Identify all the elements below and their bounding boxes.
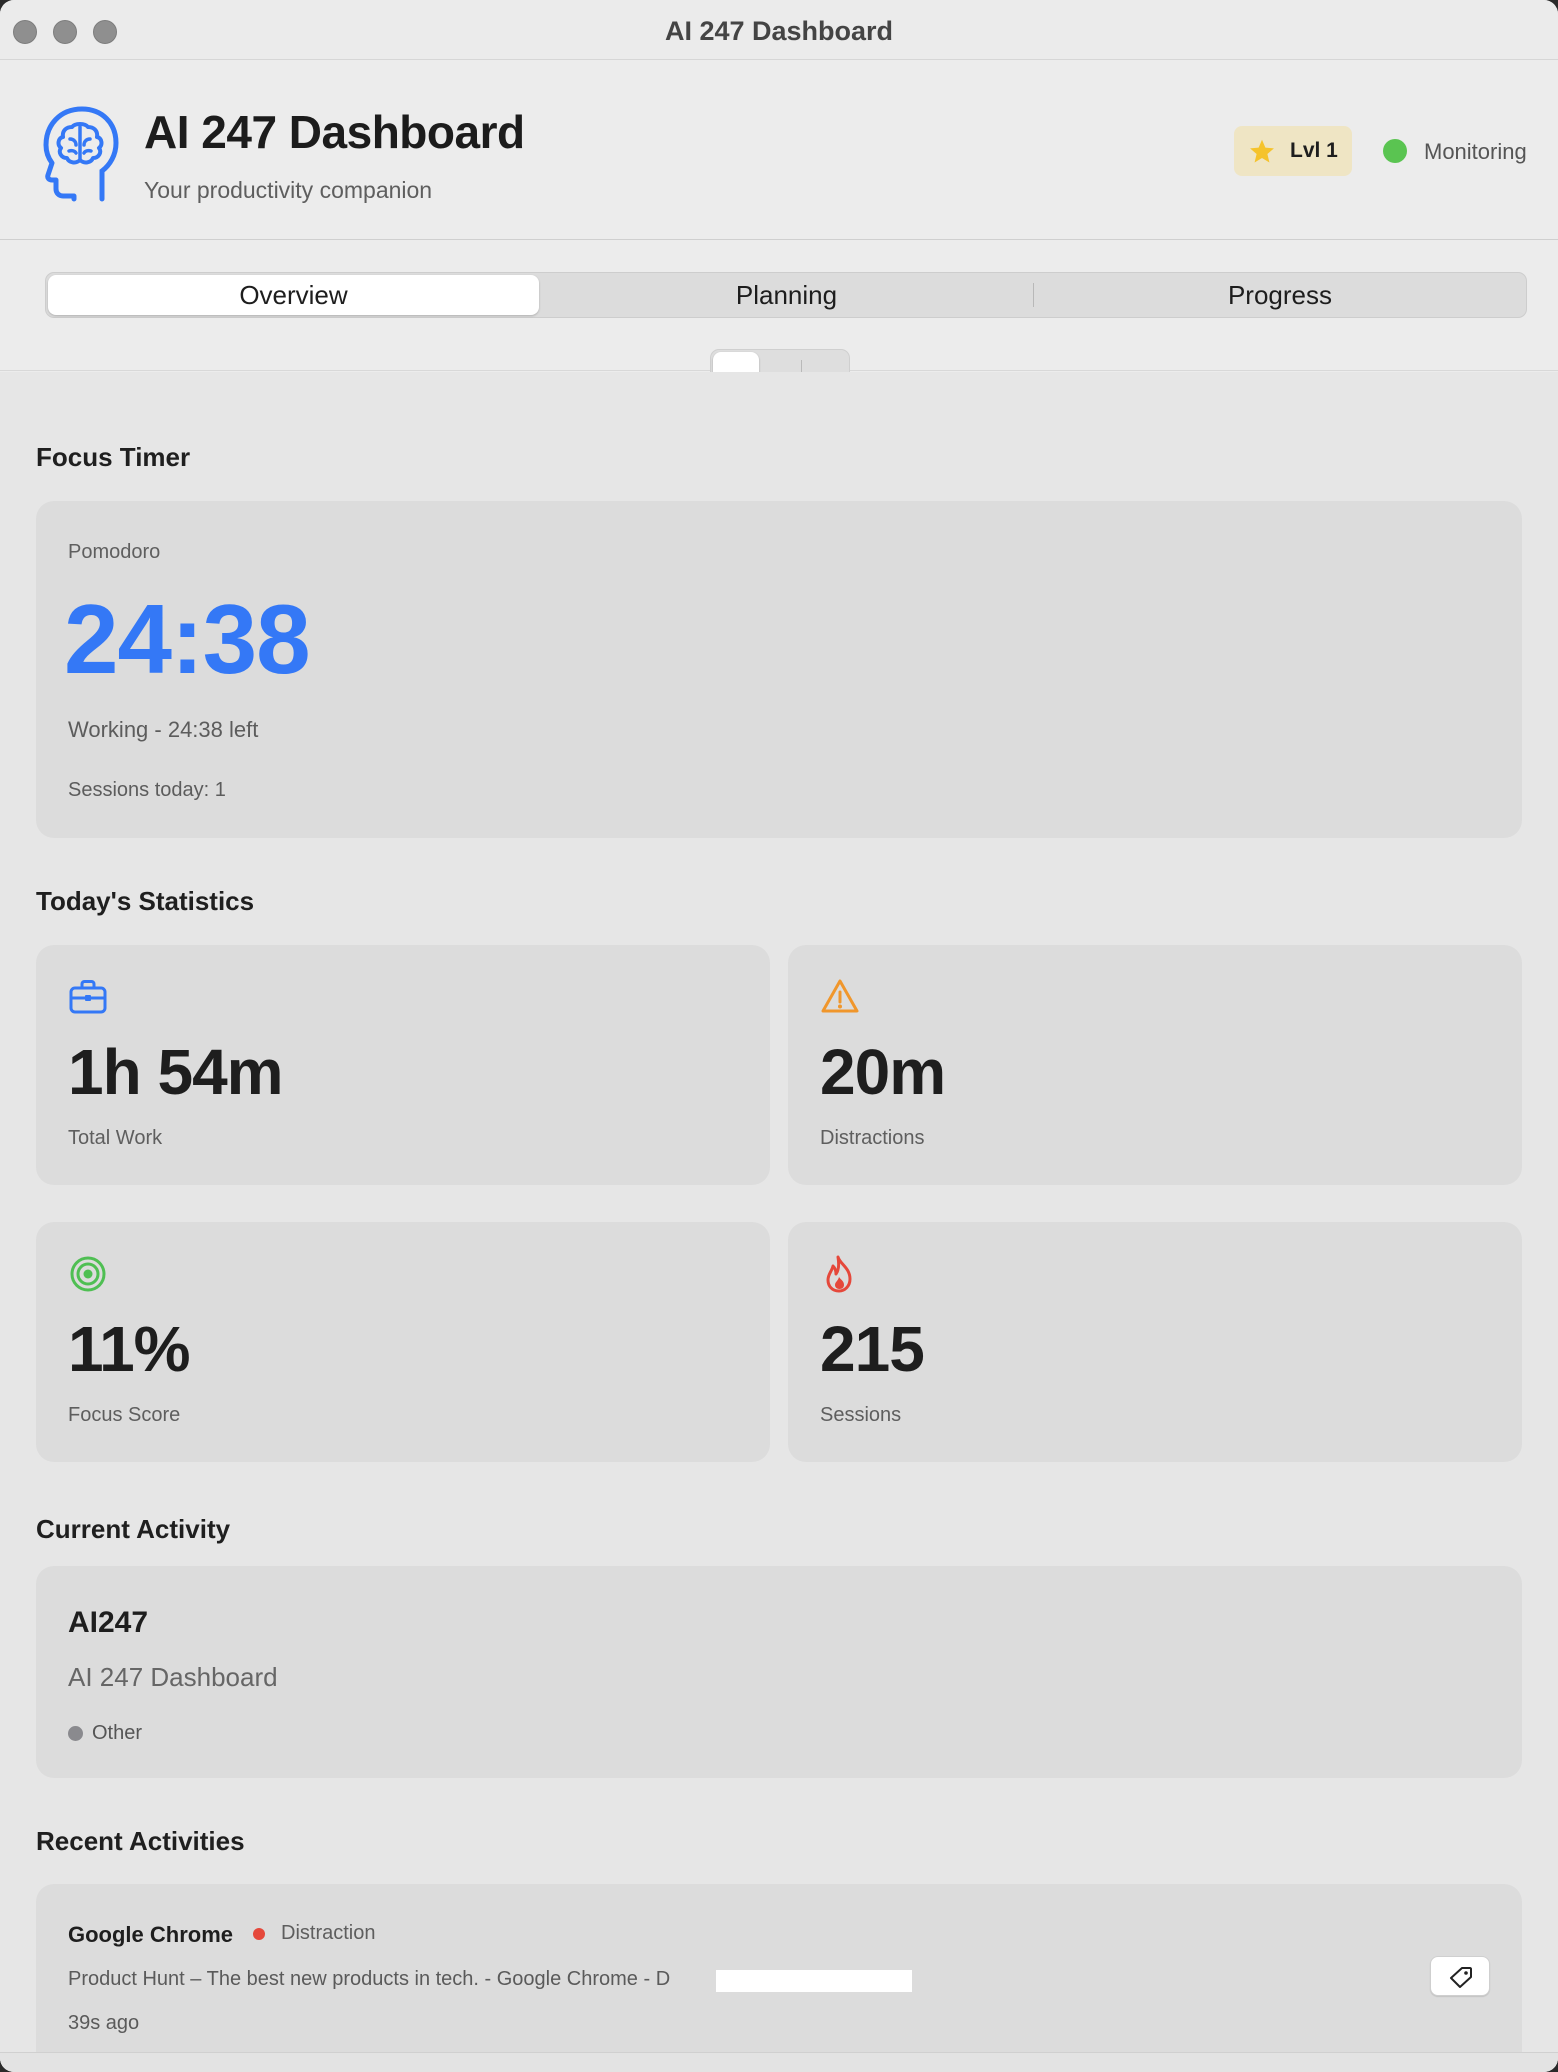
sessions-today: Sessions today: 1 (68, 779, 226, 801)
tab-bar-area: Overview Planning Progress (0, 241, 1558, 391)
stat-label: Sessions (820, 1404, 902, 1426)
star-icon (1250, 139, 1274, 163)
app-window: AI 247 Dashboard AI 247 Dashboard Your p… (0, 0, 1558, 2072)
brain-head-icon (43, 106, 119, 202)
title-bar: AI 247 Dashboard (0, 0, 1558, 60)
timer-mode: Pomodoro (68, 541, 161, 563)
activity-window-title: AI 247 Dashboard (68, 1662, 278, 1692)
level-label: Lvl 1 (1290, 139, 1338, 162)
segmented-tabs: Overview Planning Progress (45, 272, 1527, 318)
target-icon (70, 1256, 106, 1292)
current-activity-heading: Current Activity (36, 1514, 231, 1544)
stat-label: Total Work (68, 1127, 163, 1149)
recent-timestamp: 39s ago (68, 2012, 140, 2034)
stat-value: 11% (68, 1313, 191, 1385)
tab-planning[interactable]: Planning (540, 275, 1033, 315)
statistics-heading: Today's Statistics (36, 886, 255, 916)
focus-timer-card: Pomodoro 24:38 Working - 24:38 left Sess… (36, 501, 1522, 838)
recent-category: Distraction (281, 1922, 376, 1944)
recent-window-title: Product Hunt – The best new products in … (68, 1968, 671, 1990)
tab-progress[interactable]: Progress (1034, 275, 1526, 315)
app-header: AI 247 Dashboard Your productivity compa… (0, 61, 1558, 240)
list-item: Google Chrome Distraction Product Hunt –… (36, 1884, 1522, 2072)
focus-timer-heading: Focus Timer (36, 442, 191, 472)
stat-card-distractions: 20m Distractions (788, 945, 1522, 1185)
timer-status: Working - 24:38 left (68, 717, 259, 742)
status-indicator-dot (1383, 139, 1407, 163)
window-title: AI 247 Dashboard (664, 16, 894, 46)
app-title: AI 247 Dashboard (144, 106, 525, 158)
redaction-block (716, 1970, 912, 1992)
current-activity-card: AI247 AI 247 Dashboard Other (36, 1566, 1522, 1778)
stat-value: 20m (820, 1036, 946, 1108)
level-badge[interactable]: Lvl 1 (1234, 126, 1352, 176)
activity-app-name: AI247 (68, 1606, 149, 1639)
recent-app-name: Google Chrome (68, 1922, 234, 1947)
timer-countdown: 24:38 (64, 584, 311, 694)
stat-card-sessions: 215 Sessions (788, 1222, 1522, 1462)
monitoring-status: Monitoring (1424, 139, 1527, 164)
app-subtitle: Your productivity companion (144, 177, 433, 203)
main-content[interactable]: Focus Timer Pomodoro 24:38 Working - 24:… (0, 372, 1558, 2072)
warning-icon (821, 979, 859, 1013)
distraction-dot (253, 1928, 265, 1940)
tag-icon (1450, 1967, 1472, 1988)
tab-overview[interactable]: Overview (48, 275, 539, 315)
stat-value: 215 (820, 1313, 925, 1385)
recent-activities-heading: Recent Activities (36, 1826, 245, 1856)
window-bottom-edge (0, 2052, 1558, 2072)
briefcase-icon (69, 980, 107, 1014)
stat-card-focus-score: 11% Focus Score (36, 1222, 770, 1462)
stat-label: Distractions (820, 1127, 925, 1149)
category-dot (68, 1726, 83, 1741)
stat-value: 1h 54m (68, 1036, 284, 1108)
tag-activity-button[interactable] (1430, 1956, 1490, 1996)
flame-icon (826, 1255, 852, 1293)
activity-category: Other (92, 1722, 143, 1744)
stat-label: Focus Score (68, 1404, 181, 1426)
stat-card-total-work: 1h 54m Total Work (36, 945, 770, 1185)
